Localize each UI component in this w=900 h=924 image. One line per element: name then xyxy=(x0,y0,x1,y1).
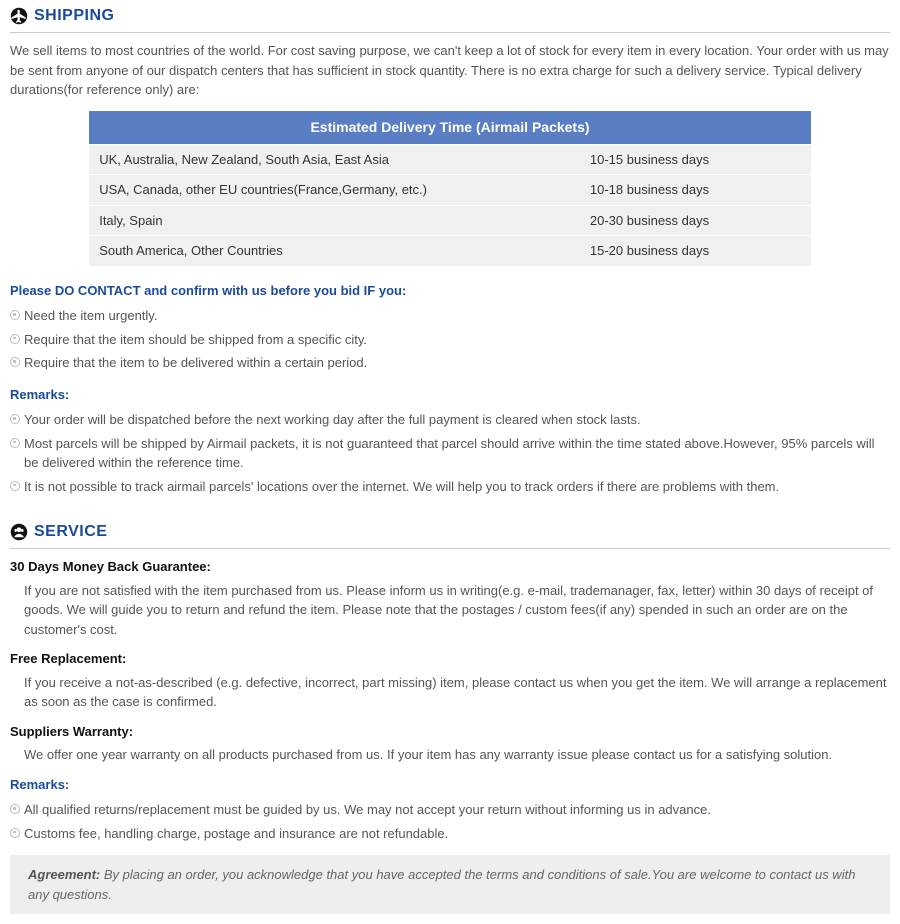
service-person-icon xyxy=(10,523,28,541)
warranty-text: We offer one year warranty on all produc… xyxy=(10,745,890,765)
money-back-heading: 30 Days Money Back Guarantee: xyxy=(10,557,890,577)
agreement-text: By placing an order, you acknowledge tha… xyxy=(28,867,855,902)
list-item: Your order will be dispatched before the… xyxy=(24,408,890,432)
shipping-title: SHIPPING xyxy=(34,4,114,28)
service-remarks-heading: Remarks: xyxy=(10,775,890,795)
replacement-text: If you receive a not-as-described (e.g. … xyxy=(10,673,890,712)
globe-plane-icon xyxy=(10,7,28,25)
contact-bullet-list: Need the item urgently. Require that the… xyxy=(10,304,890,375)
list-item: All qualified returns/replacement must b… xyxy=(24,798,890,822)
shipping-intro: We sell items to most countries of the w… xyxy=(10,41,890,100)
time-cell: 10-15 business days xyxy=(580,145,811,175)
service-remarks-list: All qualified returns/replacement must b… xyxy=(10,798,890,845)
service-title: SERVICE xyxy=(34,520,107,544)
time-cell: 20-30 business days xyxy=(580,206,811,236)
replacement-heading: Free Replacement: xyxy=(10,649,890,669)
table-row: Italy, Spain 20-30 business days xyxy=(89,206,811,236)
shipping-header: SHIPPING xyxy=(10,4,890,33)
delivery-table-header: Estimated Delivery Time (Airmail Packets… xyxy=(89,111,811,144)
table-row: South America, Other Countries 15-20 bus… xyxy=(89,236,811,266)
agreement-bar: Agreement: By placing an order, you ackn… xyxy=(10,855,890,914)
list-item: Most parcels will be shipped by Airmail … xyxy=(24,432,890,475)
region-cell: USA, Canada, other EU countries(France,G… xyxy=(89,175,580,205)
agreement-label: Agreement: xyxy=(28,867,100,882)
region-cell: UK, Australia, New Zealand, South Asia, … xyxy=(89,145,580,175)
list-item: Need the item urgently. xyxy=(24,304,890,328)
warranty-heading: Suppliers Warranty: xyxy=(10,722,890,742)
delivery-time-table: Estimated Delivery Time (Airmail Packets… xyxy=(89,110,811,267)
region-cell: South America, Other Countries xyxy=(89,236,580,266)
time-cell: 15-20 business days xyxy=(580,236,811,266)
money-back-text: If you are not satisfied with the item p… xyxy=(10,581,890,640)
list-item: It is not possible to track airmail parc… xyxy=(24,475,890,499)
contact-heading: Please DO CONTACT and confirm with us be… xyxy=(10,281,890,301)
table-row: UK, Australia, New Zealand, South Asia, … xyxy=(89,145,811,175)
list-item: Require that the item to be delivered wi… xyxy=(24,351,890,375)
table-row: USA, Canada, other EU countries(France,G… xyxy=(89,175,811,205)
shipping-remarks-list: Your order will be dispatched before the… xyxy=(10,408,890,498)
list-item: Require that the item should be shipped … xyxy=(24,328,890,352)
list-item: Customs fee, handling charge, postage an… xyxy=(24,822,890,846)
shipping-remarks-heading: Remarks: xyxy=(10,385,890,405)
time-cell: 10-18 business days xyxy=(580,175,811,205)
region-cell: Italy, Spain xyxy=(89,206,580,236)
service-header: SERVICE xyxy=(10,520,890,549)
